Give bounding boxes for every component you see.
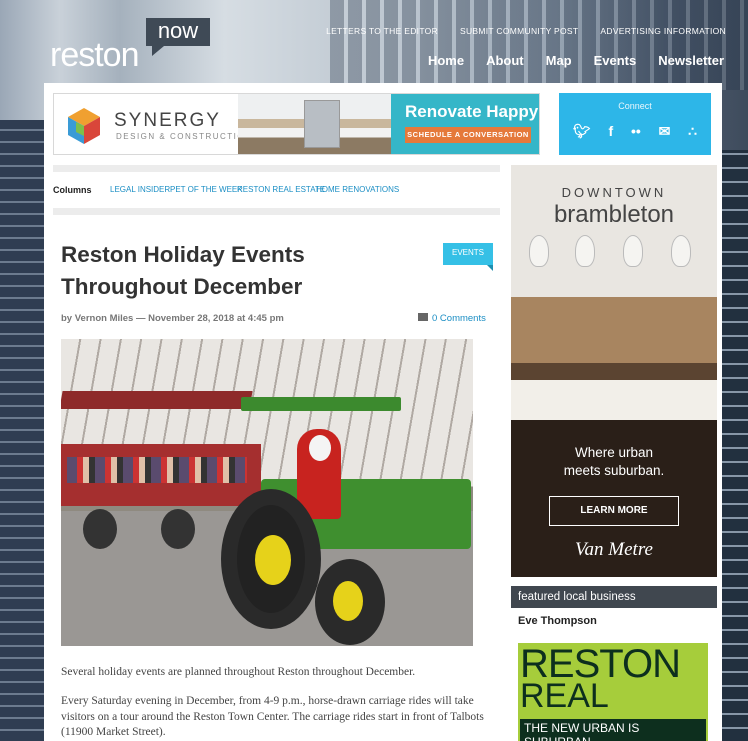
column-real-estate[interactable]: RESTON REAL ESTATE xyxy=(237,185,325,194)
synergy-cube-icon xyxy=(68,108,100,144)
connect-box: Connect 🐦︎ f •• ✉︎ ∴ xyxy=(559,93,711,155)
ad-line-1: Where urban xyxy=(574,445,654,460)
schedule-button[interactable]: SCHEDULE A CONVERSATION xyxy=(405,127,531,143)
ad-brand: brambleton xyxy=(553,201,675,228)
column-legal-insider[interactable]: LEGAL INSIDER xyxy=(110,185,170,194)
kitchen-photo xyxy=(238,94,398,154)
ad-downtown: DOWNTOWN xyxy=(561,185,667,200)
synergy-sub: DESIGN & CONSTRUCTION xyxy=(116,132,253,141)
site-logo[interactable]: reston now xyxy=(50,18,220,74)
learn-more-button[interactable]: LEARN MORE xyxy=(549,496,679,526)
comments-count: 0 Comments xyxy=(432,313,486,324)
nav-newsletter[interactable]: Newsletter xyxy=(658,53,724,68)
columns-label: Columns xyxy=(53,185,92,195)
article-photo xyxy=(61,339,473,646)
article-paragraph-1: Several holiday events are planned throu… xyxy=(61,666,416,678)
article-paragraph-2: Every Saturday evening in December, from… xyxy=(61,695,484,738)
article-byline: by Vernon Miles — November 28, 2018 at 4… xyxy=(61,313,284,324)
logo-bubble: now xyxy=(146,18,210,56)
letters-link[interactable]: LETTERS TO THE EDITOR xyxy=(326,26,438,36)
main-nav: Home About Map Events Newsletter xyxy=(428,53,724,68)
rss-icon[interactable]: ∴ xyxy=(688,123,697,140)
category-tag[interactable]: EVENTS xyxy=(443,243,493,271)
article-title: Reston Holiday Events Throughout Decembe… xyxy=(61,242,305,299)
nav-events[interactable]: Events xyxy=(594,53,637,68)
top-links: LETTERS TO THE EDITOR SUBMIT COMMUNITY P… xyxy=(326,26,726,36)
connect-label: Connect xyxy=(618,101,652,111)
rre-line-3: THE NEW URBAN IS SUBURBAN xyxy=(520,719,706,741)
brambleton-ad[interactable]: DOWNTOWN brambleton Where urban meets su… xyxy=(511,165,717,577)
logo-word: reston xyxy=(50,36,139,74)
ad-line-2: meets suburban. xyxy=(563,463,665,478)
twitter-icon[interactable]: 🐦︎ xyxy=(573,123,591,140)
nav-about[interactable]: About xyxy=(486,53,524,68)
email-icon[interactable]: ✉︎ xyxy=(659,123,671,140)
column-pet-of-week[interactable]: PET OF THE WEEK xyxy=(170,185,243,194)
van-metre-logo: Van Metre xyxy=(575,539,653,560)
comment-icon xyxy=(418,313,428,321)
nav-map[interactable]: Map xyxy=(546,53,572,68)
comments-link[interactable]: 0 Comments xyxy=(418,313,486,324)
flickr-icon[interactable]: •• xyxy=(631,123,641,140)
featured-header: featured local business xyxy=(511,586,717,608)
featured-business-name[interactable]: Eve Thompson xyxy=(518,615,597,627)
column-home-renovations[interactable]: HOME RENOVATIONS xyxy=(316,185,399,194)
nav-home[interactable]: Home xyxy=(428,53,464,68)
columns-bar: Columns LEGAL INSIDER PET OF THE WEEK RE… xyxy=(53,165,500,215)
submit-post-link[interactable]: SUBMIT COMMUNITY POST xyxy=(460,26,578,36)
content-panel: SYNERGY DESIGN & CONSTRUCTION Renovate H… xyxy=(44,83,722,741)
renovate-block: Renovate Happy SCHEDULE A CONVERSATION xyxy=(391,94,539,154)
renovate-headline: Renovate Happy xyxy=(405,102,539,121)
synergy-name: SYNERGY xyxy=(114,110,221,131)
facebook-icon[interactable]: f xyxy=(609,123,614,140)
advertising-link[interactable]: ADVERTISING INFORMATION xyxy=(600,26,726,36)
synergy-banner-ad[interactable]: SYNERGY DESIGN & CONSTRUCTION Renovate H… xyxy=(53,93,540,155)
reston-real-estate-ad[interactable]: RESTON REAL ESTATE THE NEW URBAN IS SUBU… xyxy=(518,643,708,741)
